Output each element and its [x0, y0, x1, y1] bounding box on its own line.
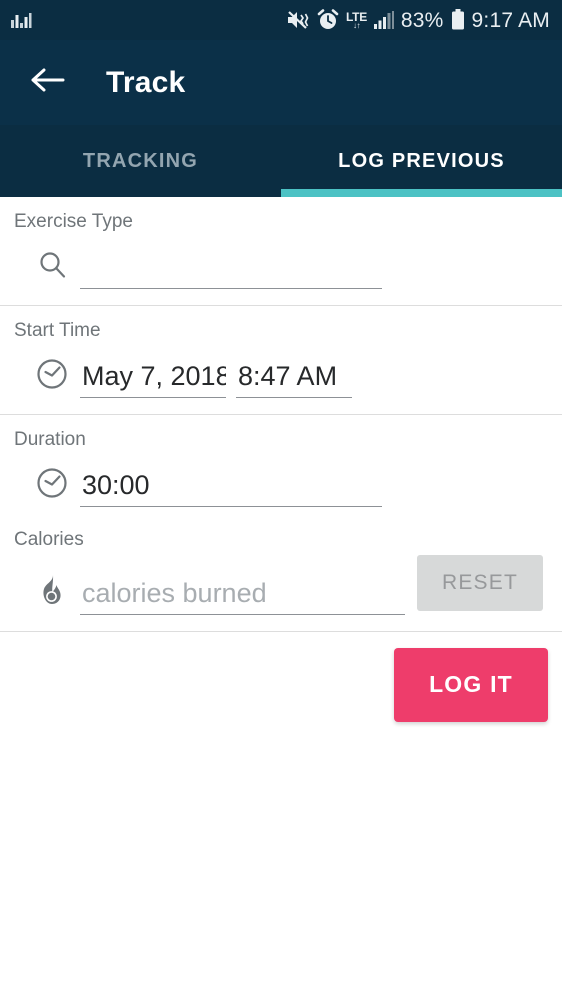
tab-tracking-label: TRACKING: [83, 150, 198, 173]
alarm-clock-icon: [317, 9, 339, 31]
lte-arrows: ↓↑: [353, 22, 360, 30]
status-bar-left: [10, 11, 32, 29]
search-icon[interactable]: [30, 243, 74, 287]
start-time-input[interactable]: [236, 361, 352, 398]
reset-button[interactable]: RESET: [417, 555, 543, 611]
tab-log-previous[interactable]: LOG PREVIOUS: [281, 125, 562, 197]
back-button[interactable]: [28, 63, 68, 103]
tab-bar: TRACKING LOG PREVIOUS: [0, 125, 562, 197]
log-it-button[interactable]: LOG IT: [394, 648, 548, 722]
start-time-label: Start Time: [0, 320, 562, 342]
flame-icon: [30, 569, 74, 613]
signal-bars-icon: [374, 11, 394, 29]
section-duration-calories: Duration Calories RESET: [0, 415, 562, 632]
status-bar: LTE ↓↑ 83% 9:17 AM: [0, 0, 562, 40]
duration-input[interactable]: [80, 470, 382, 507]
app-bar: Track: [0, 40, 562, 125]
duration-row: [0, 455, 562, 507]
exercise-type-input[interactable]: [80, 252, 382, 289]
start-date-input[interactable]: [80, 361, 226, 398]
section-exercise-type: Exercise Type: [0, 197, 562, 306]
page-title: Track: [106, 66, 185, 100]
status-bar-clock: 9:17 AM: [472, 10, 550, 31]
clock-icon[interactable]: [30, 461, 74, 505]
calories-row: RESET: [0, 555, 562, 615]
duration-label: Duration: [0, 429, 562, 451]
tab-log-previous-label: LOG PREVIOUS: [338, 150, 505, 173]
tab-tracking[interactable]: TRACKING: [0, 125, 281, 197]
clock-icon[interactable]: [30, 352, 74, 396]
action-area: LOG IT: [0, 632, 562, 737]
status-bar-right: LTE ↓↑ 83% 9:17 AM: [286, 9, 550, 31]
calories-input[interactable]: [80, 578, 405, 615]
battery-icon: [451, 9, 465, 31]
section-start-time: Start Time: [0, 306, 562, 415]
mute-vibrate-icon: [286, 9, 310, 31]
lte-icon: LTE ↓↑: [346, 11, 367, 30]
calories-label: Calories: [0, 529, 562, 551]
exercise-type-row: [0, 237, 562, 289]
bar-chart-icon: [10, 11, 32, 29]
tab-active-indicator: [281, 189, 562, 197]
exercise-type-label: Exercise Type: [0, 211, 562, 233]
battery-percent: 83%: [401, 10, 444, 31]
start-time-row: [0, 346, 562, 398]
back-arrow-icon: [31, 67, 65, 98]
